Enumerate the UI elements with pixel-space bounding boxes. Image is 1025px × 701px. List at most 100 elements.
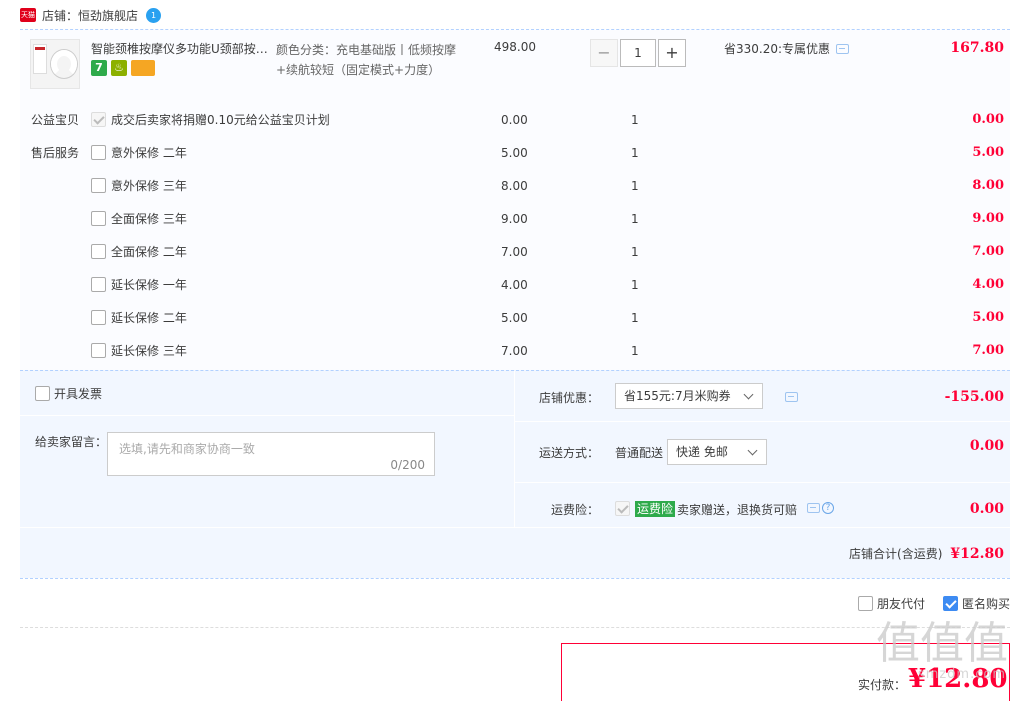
service-qty: 1 [631, 344, 639, 358]
divider [20, 415, 514, 416]
charity-price: 0.00 [501, 113, 528, 127]
insurance-label: 运费险： [551, 503, 600, 517]
anonymous-label: 匿名购买 [961, 597, 1010, 611]
quantity-input[interactable]: 1 [620, 39, 656, 67]
service-total: 4.00 [972, 277, 1004, 292]
service-price: 8.00 [501, 179, 528, 193]
watermark-logo: 值值值 smzdm.com [876, 620, 1016, 690]
credit-card-icon[interactable] [131, 60, 155, 76]
chevron-down-icon [747, 445, 758, 456]
shipping-select[interactable]: 快递 免邮 [667, 439, 767, 465]
warranty-icon[interactable]: ♨ [111, 60, 127, 76]
service-price: 4.00 [501, 278, 528, 292]
service-checkbox[interactable] [91, 343, 106, 358]
help-icon[interactable]: ? [822, 502, 834, 514]
anonymous-checkbox[interactable] [942, 596, 958, 611]
service-price: 7.00 [501, 344, 528, 358]
insurance-comment-icon[interactable] [807, 503, 820, 513]
service-total: 7.00 [972, 244, 1004, 259]
service-name[interactable]: 延长保修 一年 [111, 275, 187, 295]
discount-comment-icon[interactable] [785, 392, 798, 402]
service-row: 延长保修 三年 7.00 1 7.00 [20, 341, 1010, 361]
invoice-label: 开具发票 [54, 387, 103, 401]
divider [515, 421, 1010, 422]
watermark-glyphs: 值值值 [876, 618, 1008, 669]
service-name[interactable]: 延长保修 三年 [111, 341, 187, 361]
invoice-option[interactable]: 开具发票 [35, 385, 102, 402]
seven-day-return-icon[interactable]: 7 [91, 60, 107, 76]
charity-row: 公益宝贝 成交后卖家将捐赠0.10元给公益宝贝计划 0.00 1 0.00 [20, 110, 1010, 130]
service-name[interactable]: 意外保修 三年 [111, 176, 187, 196]
service-checkbox[interactable] [91, 145, 106, 160]
message-placeholder: 选填,请先和商家协商一致 [119, 442, 255, 456]
service-qty: 1 [631, 311, 639, 325]
service-checkbox[interactable] [91, 178, 106, 193]
shop-name-link[interactable]: 店铺：恒劲旗舰店 [42, 7, 138, 24]
chevron-down-icon [743, 389, 754, 400]
message-textarea[interactable]: 选填,请先和商家协商一致 0/200 [107, 432, 435, 476]
service-price: 9.00 [501, 212, 528, 226]
quantity-decrease-button[interactable]: − [590, 39, 618, 67]
wangwang-chat-icon[interactable]: 1 [146, 7, 162, 23]
order-extras-panel: 开具发票 给卖家留言： 选填,请先和商家协商一致 0/200 店铺优惠： 省15… [20, 370, 1010, 578]
product-title-link[interactable]: 智能颈椎按摩仪多功能U颈部按摩器 [91, 40, 271, 57]
service-price: 5.00 [501, 146, 528, 160]
friend-pay-checkbox[interactable] [857, 596, 873, 611]
service-row: 意外保修 三年 8.00 1 8.00 [20, 176, 1010, 196]
charity-qty: 1 [631, 113, 639, 127]
promo-text: 省330.20:专属优惠 [724, 42, 831, 56]
service-total: 9.00 [972, 211, 1004, 226]
friend-pay-label: 朋友代付 [876, 597, 925, 611]
service-checkbox[interactable] [91, 211, 106, 226]
service-price: 7.00 [501, 245, 528, 259]
product-thumbnail[interactable] [30, 39, 80, 89]
charity-checkbox [91, 112, 106, 127]
invoice-checkbox[interactable] [35, 386, 50, 401]
divider [515, 482, 1010, 483]
service-checkbox[interactable] [91, 310, 106, 325]
shipping-selected: 快递 免邮 [676, 445, 728, 459]
service-qty: 1 [631, 245, 639, 259]
unit-price: 498.00 [494, 40, 536, 54]
service-name[interactable]: 意外保修 二年 [111, 143, 187, 163]
product-box-image [33, 44, 47, 74]
service-row: 售后服务 意外保修 二年 5.00 1 5.00 [20, 143, 1010, 163]
service-checkbox[interactable] [91, 244, 106, 259]
promo-info: 省330.20:专属优惠 [724, 40, 850, 57]
subtotal-amount: ¥12.80 [950, 545, 1004, 562]
service-heading: 售后服务 [31, 146, 80, 160]
message-char-count: 0/200 [390, 458, 425, 472]
service-name[interactable]: 全面保修 三年 [111, 209, 187, 229]
service-checkbox[interactable] [91, 277, 106, 292]
divider [20, 578, 1010, 579]
service-qty: 1 [631, 146, 639, 160]
left-extras: 开具发票 给卖家留言： 选填,请先和商家协商一致 0/200 [20, 371, 514, 527]
discount-select[interactable]: 省155元:7月米购券 [615, 383, 763, 409]
subtotal-label: 店铺合计(含运费) [849, 547, 943, 561]
sku-description: 颜色分类：充电基础版丨低频按摩+续航较短（固定模式+力度） [276, 43, 457, 77]
anonymous-option[interactable]: 匿名购买 [942, 595, 1010, 612]
divider [20, 527, 1010, 528]
watermark-site: smzdm.com [917, 667, 1006, 682]
friend-pay-option[interactable]: 朋友代付 [857, 595, 925, 612]
discount-selected: 省155元:7月米购券 [624, 389, 731, 403]
service-name[interactable]: 延长保修 二年 [111, 308, 187, 328]
service-price: 5.00 [501, 311, 528, 325]
tmall-logo-icon: 天猫 [20, 8, 36, 22]
service-total: 5.00 [972, 145, 1004, 160]
insurance-text: 卖家赠送，退换货可赔 [677, 503, 798, 517]
shipping-label: 运送方式： [539, 446, 600, 460]
quantity-increase-button[interactable]: + [658, 39, 686, 67]
right-extras: 店铺优惠： 省155元:7月米购券 -155.00 运送方式： 普通配送 快递 … [515, 371, 1010, 527]
shop-subtotal: 店铺合计(含运费) ¥12.80 [849, 545, 1004, 562]
order-item: 智能颈椎按摩仪多功能U颈部按摩器 7 ♨ 颜色分类：充电基础版丨低频按摩+续航较… [20, 30, 1010, 370]
discount-amount: -155.00 [944, 389, 1004, 405]
insurance-checkbox [615, 501, 630, 516]
promo-comment-icon[interactable] [836, 43, 850, 54]
shipping-type: 普通配送 [615, 446, 664, 460]
service-name[interactable]: 全面保修 二年 [111, 242, 187, 262]
service-total: 5.00 [972, 310, 1004, 325]
service-row: 延长保修 二年 5.00 1 5.00 [20, 308, 1010, 328]
service-row: 延长保修 一年 4.00 1 4.00 [20, 275, 1010, 295]
purchase-options: 朋友代付 匿名购买 [840, 595, 1010, 612]
